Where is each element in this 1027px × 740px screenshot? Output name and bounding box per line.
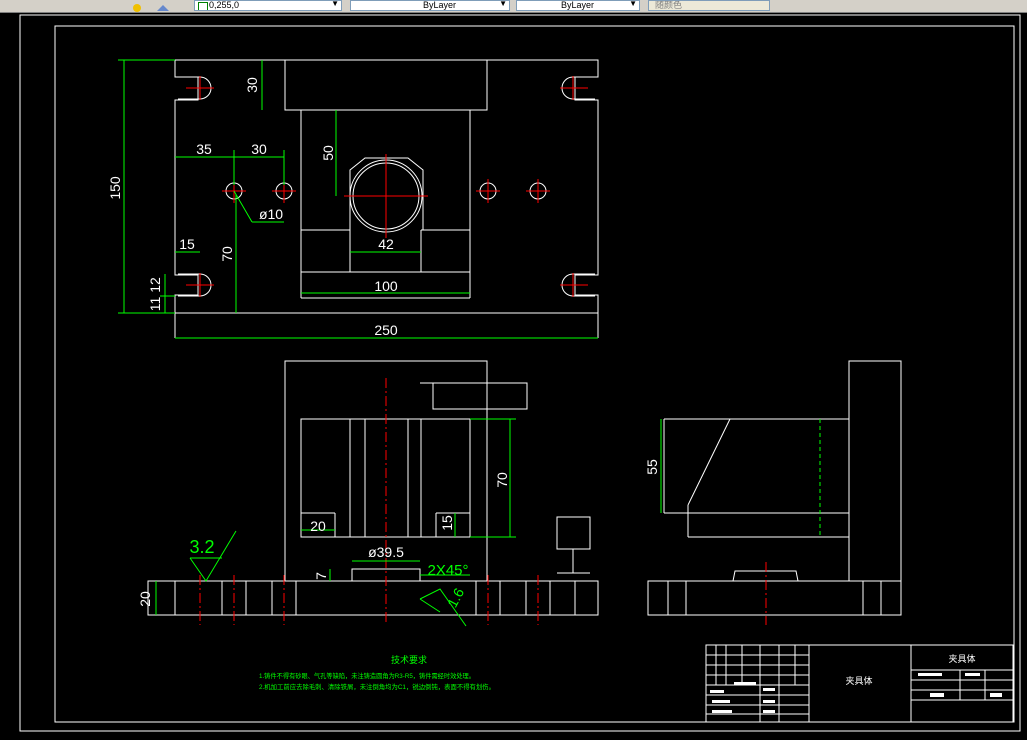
surface-finish-3-2: 3.2 bbox=[189, 537, 214, 557]
surface-finish-1-6: 1.6 bbox=[444, 585, 467, 610]
dim-front-dia39-5: ø39.5 bbox=[368, 544, 404, 560]
side-view-centerlines bbox=[765, 419, 821, 625]
top-view-dimension-text: 30 150 35 30 50 ø10 42 15 70 11 12 100 2… bbox=[107, 77, 398, 338]
dim-top-150: 150 bbox=[107, 176, 123, 200]
tech-req-title: 技术要求 bbox=[391, 654, 427, 665]
dim-top-50: 50 bbox=[320, 145, 336, 161]
dim-top-30b: 30 bbox=[251, 141, 267, 157]
dim-front-15: 15 bbox=[439, 515, 455, 531]
dim-top-12: 12 bbox=[147, 277, 163, 293]
dim-top-30: 30 bbox=[244, 77, 260, 93]
color-swatch-icon bbox=[198, 2, 208, 10]
dim-front-7: 7 bbox=[313, 572, 329, 580]
chevron-down-icon[interactable]: ▼ bbox=[331, 1, 339, 8]
drawing-canvas[interactable]: 30 150 35 30 50 ø10 42 15 70 11 12 100 2… bbox=[0, 12, 1027, 735]
top-view-centerlines bbox=[186, 76, 588, 297]
dim-top-70: 70 bbox=[219, 246, 235, 262]
dim-front-20-base: 20 bbox=[137, 591, 153, 607]
layer-previous-icon[interactable] bbox=[156, 0, 169, 11]
linetype-control[interactable]: ByLayer ▼ bbox=[350, 0, 510, 11]
chevron-down-icon[interactable]: ▼ bbox=[499, 1, 507, 8]
dim-side-55: 55 bbox=[644, 459, 660, 475]
layer-freeze-icon[interactable] bbox=[131, 0, 143, 12]
dim-top-35: 35 bbox=[196, 141, 212, 157]
linetype-value: ByLayer bbox=[423, 0, 457, 10]
technical-requirements: 技术要求 1.铸件不得有砂眼、气孔等缺陷，未注铸造圆角为R3-R5，铸件需经时效… bbox=[259, 654, 495, 691]
color-value: 0,255,0 bbox=[209, 0, 240, 10]
dim-front-20: 20 bbox=[310, 518, 326, 534]
dim-top-42: 42 bbox=[378, 236, 394, 252]
side-view bbox=[647, 360, 902, 616]
plotstyle-value: 随颜色 bbox=[655, 0, 683, 10]
dim-front-70: 70 bbox=[494, 472, 510, 488]
dim-top-15: 15 bbox=[179, 236, 195, 252]
tech-req-item-2: 2.机加工前应去除毛刺、清除铁屑，未注倒角均为C1，锐边倒钝，表面不得有划伤。 bbox=[259, 682, 495, 691]
dim-top-100: 100 bbox=[374, 278, 398, 294]
title-block-drawing-name: 夹具体 bbox=[948, 653, 975, 664]
lineweight-value: ByLayer bbox=[561, 0, 595, 10]
sheet-inner-border bbox=[54, 25, 1015, 723]
title-block-part-name: 夹具体 bbox=[845, 675, 872, 686]
sheet-outer-border bbox=[19, 14, 1021, 732]
chevron-down-icon[interactable]: ▼ bbox=[629, 1, 637, 8]
dim-top-dia10: ø10 bbox=[259, 206, 283, 222]
lineweight-control[interactable]: ByLayer ▼ bbox=[516, 0, 640, 11]
dim-front-chamfer: 2X45° bbox=[427, 562, 468, 579]
plotstyle-control[interactable]: 随颜色 bbox=[648, 0, 770, 11]
front-view-dimension-text: 70 20 15 ø39.5 2X45° 7 20 3.2 1.6 bbox=[137, 472, 510, 610]
tech-req-item-1: 1.铸件不得有砂眼、气孔等缺陷，未注铸造圆角为R3-R5，铸件需经时效处理。 bbox=[259, 671, 475, 680]
dim-top-11: 11 bbox=[147, 297, 163, 312]
front-view bbox=[147, 360, 599, 616]
color-control[interactable]: 0,255,0 ▼ bbox=[194, 0, 342, 11]
dim-top-250: 250 bbox=[374, 322, 398, 338]
